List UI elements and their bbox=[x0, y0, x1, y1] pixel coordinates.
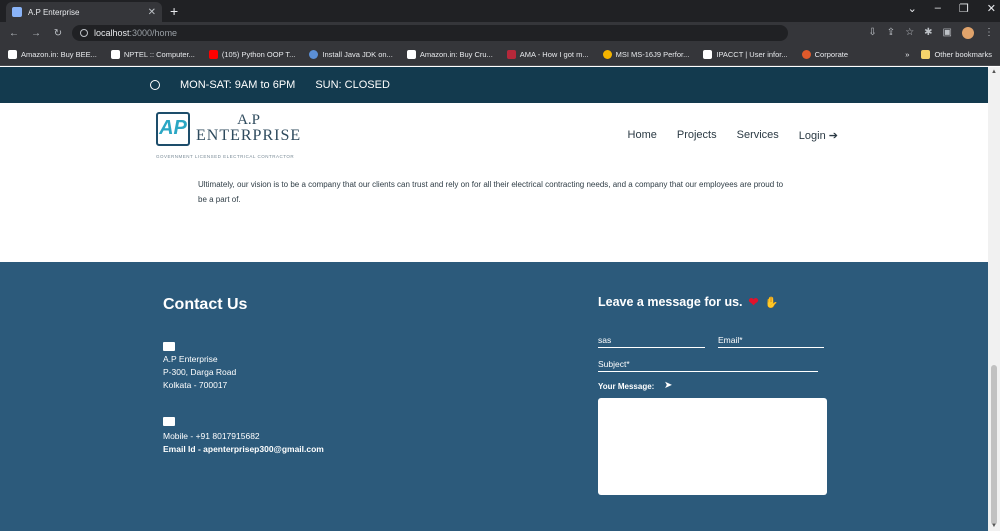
contact-title: Contact Us bbox=[163, 296, 248, 313]
heart-icon: ❤ bbox=[748, 295, 759, 309]
clock-icon bbox=[150, 80, 160, 90]
logo-tagline: GOVERNMENT LICENSED ELECTRICAL CONTRACTO… bbox=[156, 153, 295, 159]
email-input[interactable]: Email* bbox=[718, 335, 824, 348]
mail-icon bbox=[163, 417, 175, 426]
bookmark-item[interactable]: MSI MS-16J9 Perfor... bbox=[602, 50, 689, 59]
bookmarks-right: » Other bookmarks bbox=[905, 50, 992, 59]
footer: Contact Us A.P Enterprise P-300, Darga R… bbox=[0, 262, 988, 531]
logo-mark-icon: AP bbox=[156, 111, 190, 146]
waving-hand-icon: ✋ bbox=[764, 296, 779, 309]
page-viewport: MON-SAT: 9AM to 6PM SUN: CLOSED AP A.P E… bbox=[0, 67, 988, 531]
scrollbar-thumb[interactable] bbox=[991, 365, 997, 525]
more-bookmarks-icon[interactable]: » bbox=[905, 50, 909, 59]
extensions-icon[interactable]: ✱ bbox=[924, 27, 932, 39]
back-icon[interactable]: ← bbox=[6, 28, 22, 39]
menu-icon[interactable]: ⋮ bbox=[984, 27, 994, 39]
address-bar[interactable]: localhost :3000/home bbox=[72, 25, 789, 41]
site-logo[interactable]: AP A.P ENTERPRISE GOVERNMENT LICENSED EL… bbox=[156, 111, 302, 159]
bookmark-favicon-icon bbox=[110, 50, 120, 59]
new-tab-icon[interactable]: + bbox=[170, 3, 178, 19]
name-input[interactable]: sas bbox=[598, 335, 705, 348]
other-bookmarks[interactable]: Other bookmarks bbox=[921, 50, 992, 59]
email-address[interactable]: Email Id - apenterprisep300@gmail.com bbox=[163, 443, 324, 456]
nav-services[interactable]: Services bbox=[737, 129, 779, 142]
nav-login[interactable]: Login ➔ bbox=[799, 129, 838, 142]
login-icon: ➔ bbox=[828, 129, 838, 142]
bookmark-favicon-icon bbox=[309, 50, 319, 59]
bookmark-item[interactable]: Amazon.in: Buy Cru... bbox=[406, 50, 493, 59]
bookmark-item[interactable]: IPACCT | User infor... bbox=[703, 50, 788, 59]
forward-icon[interactable]: → bbox=[28, 28, 44, 39]
mouse-cursor-icon: ➤ bbox=[664, 380, 673, 391]
mobile-number: Mobile - +91 8017915682 bbox=[163, 431, 260, 441]
url-path: :3000/home bbox=[129, 28, 178, 38]
tab-title: A.P Enterprise bbox=[28, 7, 80, 17]
bookmark-favicon-icon bbox=[801, 50, 811, 59]
bookmark-item[interactable]: (105) Python OOP T... bbox=[208, 50, 295, 59]
site-header: AP A.P ENTERPRISE GOVERNMENT LICENSED EL… bbox=[0, 103, 988, 167]
bookmark-item[interactable]: Corporate bbox=[801, 50, 848, 59]
bookmark-item[interactable]: AMA - How I got m... bbox=[506, 50, 589, 59]
logo-text: A.P ENTERPRISE bbox=[196, 112, 302, 144]
site-favicon-icon bbox=[12, 7, 22, 17]
page-scrollbar[interactable]: ▲ ▼ bbox=[988, 67, 1000, 531]
bookmark-item[interactable]: NPTEL :: Computer... bbox=[110, 50, 195, 59]
nav-home[interactable]: Home bbox=[628, 129, 657, 142]
tab-search-icon[interactable]: ⌄ bbox=[908, 2, 917, 15]
site-info-icon[interactable] bbox=[80, 29, 88, 37]
address-block: A.P Enterprise P-300, Darga Road Kolkata… bbox=[163, 354, 237, 390]
install-icon[interactable]: ⇩ bbox=[868, 27, 876, 39]
scroll-down-icon[interactable]: ▼ bbox=[991, 523, 997, 529]
closed-text: SUN: CLOSED bbox=[315, 79, 390, 91]
browser-toolbar: ← → ↻ localhost :3000/home ⇩ ⇪ ☆ ✱ ▣ ⋮ bbox=[0, 22, 1000, 44]
hours-bar: MON-SAT: 9AM to 6PM SUN: CLOSED bbox=[0, 67, 988, 103]
message-form-title: Leave a message for us. ❤ ✋ bbox=[598, 295, 779, 309]
minimize-icon[interactable]: – bbox=[935, 2, 941, 15]
main-nav: Home Projects Services Login ➔ bbox=[628, 129, 838, 142]
bookmarks-bar: Amazon.in: Buy BEE... NPTEL :: Computer.… bbox=[0, 44, 1000, 66]
star-icon[interactable]: ☆ bbox=[905, 27, 914, 39]
nav-projects[interactable]: Projects bbox=[677, 129, 717, 142]
browser-tab-strip: A.P Enterprise ✕ + ⌄ – ❐ ✕ bbox=[0, 0, 1000, 22]
restore-icon[interactable]: ❐ bbox=[959, 2, 969, 15]
url-host: localhost bbox=[94, 28, 130, 38]
message-textarea[interactable] bbox=[598, 398, 827, 495]
bookmark-favicon-icon bbox=[8, 50, 17, 59]
close-tab-icon[interactable]: ✕ bbox=[148, 7, 156, 18]
browser-tab[interactable]: A.P Enterprise ✕ bbox=[6, 2, 162, 22]
bookmark-item[interactable]: Install Java JDK on... bbox=[309, 50, 393, 59]
bookmark-favicon-icon bbox=[506, 50, 516, 59]
profile-avatar[interactable] bbox=[962, 27, 974, 39]
message-label: Your Message: bbox=[598, 382, 655, 391]
folder-icon bbox=[921, 50, 931, 59]
bookmark-item[interactable]: Amazon.in: Buy BEE... bbox=[8, 50, 97, 59]
window-controls: ⌄ – ❐ ✕ bbox=[908, 2, 996, 15]
youtube-icon bbox=[208, 50, 218, 59]
close-window-icon[interactable]: ✕ bbox=[987, 2, 996, 15]
toolbar-icons: ⇩ ⇪ ☆ ✱ ▣ ⋮ bbox=[868, 27, 994, 39]
side-panel-icon[interactable]: ▣ bbox=[943, 27, 952, 39]
vision-paragraph: Ultimately, our vision is to be a compan… bbox=[198, 180, 784, 204]
map-icon bbox=[163, 342, 175, 351]
subject-input[interactable]: Subject* bbox=[598, 359, 818, 372]
bookmark-favicon-icon bbox=[602, 50, 612, 59]
contact-details: Mobile - +91 8017915682 Email Id - apent… bbox=[163, 430, 324, 456]
bookmark-favicon-icon bbox=[703, 50, 713, 59]
hours-text: MON-SAT: 9AM to 6PM bbox=[180, 79, 296, 91]
share-icon[interactable]: ⇪ bbox=[887, 27, 895, 39]
bookmark-favicon-icon bbox=[406, 50, 416, 59]
scroll-up-icon[interactable]: ▲ bbox=[991, 69, 997, 75]
reload-icon[interactable]: ↻ bbox=[50, 28, 66, 39]
